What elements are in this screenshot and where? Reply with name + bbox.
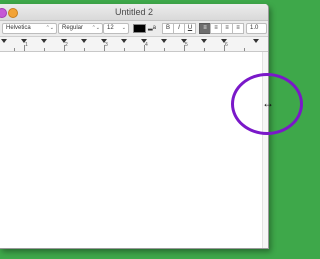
line-spacing-popup[interactable]: 1.0 [246,23,267,34]
ruler-tick [44,48,45,51]
tab-stop-marker[interactable] [81,39,87,43]
underline-button[interactable]: U [184,23,196,34]
font-style-popup[interactable]: Regular ⌃⌄ [58,23,103,34]
ruler-number: 2 [65,42,68,48]
line-spacing-value: 1.0 [250,25,259,31]
ruler-number: 3 [105,42,108,48]
right-margin-marker[interactable] [253,39,259,43]
tab-stop-marker[interactable] [41,39,47,43]
ruler[interactable]: 1 2 3 4 5 6 [0,37,268,52]
ruler-number: 4 [145,42,148,48]
tab-stop-marker[interactable] [161,39,167,43]
window-title: Untitled 2 [114,7,154,17]
ruler-tick [244,48,245,51]
font-family-popup[interactable]: Helvetica ⌃⌄ [2,23,57,34]
chevron-updown-icon: ⌃⌄ [45,25,54,31]
ruler-tick [124,48,125,51]
ruler-tick [84,48,85,51]
text-color-well[interactable] [133,24,146,33]
ruler-number: 1 [25,42,28,48]
tab-stop-marker[interactable] [1,39,7,43]
ruler-number: 5 [185,42,188,48]
text-background-color-icon[interactable]: ▂a [146,24,158,33]
font-size-value: 12 [107,25,114,31]
text-editor-window: Untitled 2 Helvetica ⌃⌄ Regular ⌃⌄ 12 ⌄ … [0,4,269,249]
tab-stop-marker[interactable] [121,39,127,43]
ruler-tick [164,48,165,51]
chevron-down-icon: ⌄ [121,25,126,31]
ruler-tick [14,48,15,51]
chevron-updown-icon: ⌃⌄ [91,25,100,31]
font-size-combo[interactable]: 12 ⌄ [103,23,129,34]
font-family-value: Helvetica [6,25,31,31]
title-bar[interactable]: Untitled 2 [0,4,268,21]
font-style-value: Regular [62,25,84,31]
ruler-tick [204,48,205,51]
align-justify-icon[interactable]: ≡ [232,23,244,34]
tab-stop-marker[interactable] [201,39,207,43]
format-bar: Helvetica ⌃⌄ Regular ⌃⌄ 12 ⌄ ▂a B I U ≡ … [0,21,268,37]
ruler-number: 6 [225,42,228,48]
document-text-area[interactable] [0,52,262,248]
resize-horizontal-cursor-icon: ↔ [262,96,274,110]
